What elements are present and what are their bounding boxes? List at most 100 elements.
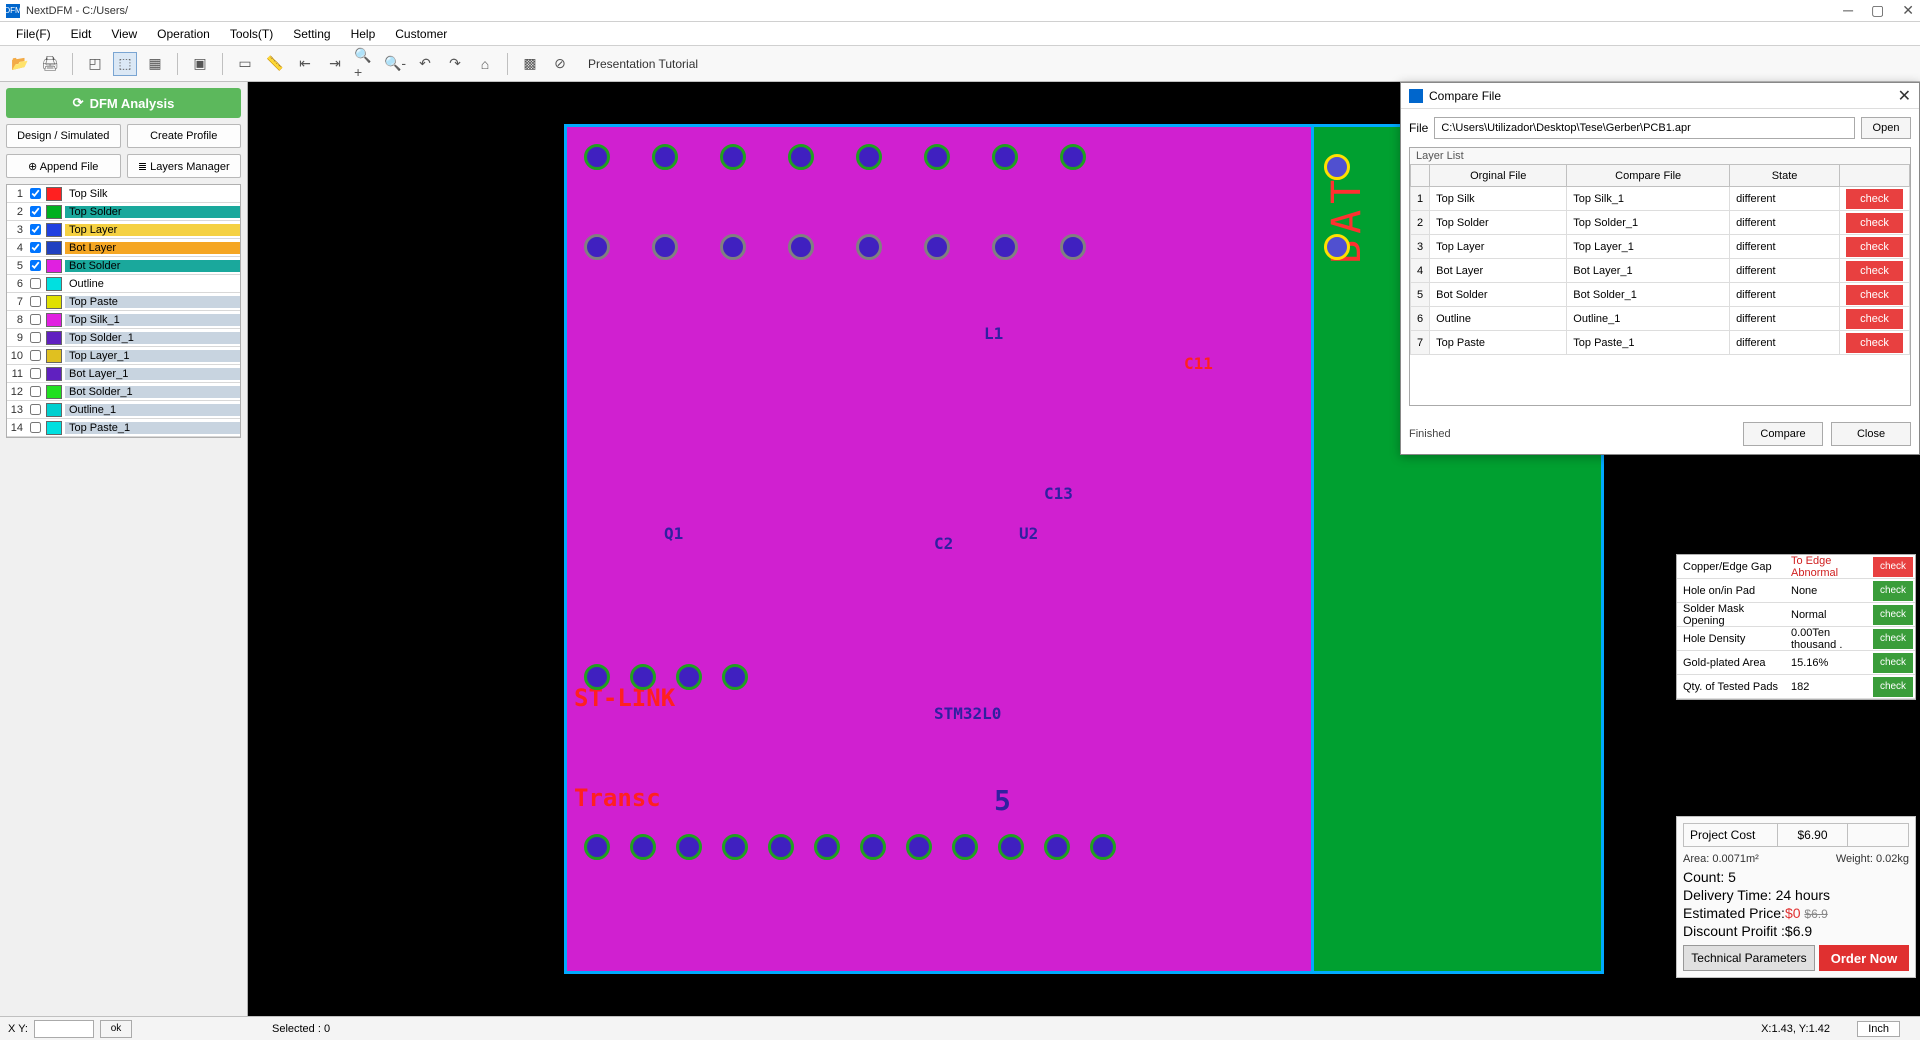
layer-row[interactable]: 4 Bot Layer (7, 239, 240, 257)
noqr-icon[interactable]: ⊘ (548, 52, 572, 76)
analysis-check-button[interactable]: check (1873, 605, 1913, 625)
layer-visible-checkbox[interactable] (30, 368, 41, 379)
append-file-button[interactable]: ⊕ Append File (6, 154, 121, 178)
layer-name[interactable]: Top Silk (65, 188, 240, 200)
analysis-check-button[interactable]: check (1873, 581, 1913, 601)
maximize-button[interactable]: ▢ (1871, 2, 1884, 19)
zoom-in-icon[interactable]: 🔍+ (353, 52, 377, 76)
close-button[interactable]: ✕ (1902, 2, 1914, 19)
zoom-window-icon[interactable]: ▣ (188, 52, 212, 76)
check-button[interactable]: check (1846, 213, 1903, 233)
layer-name[interactable]: Top Silk_1 (65, 314, 240, 326)
layer-row[interactable]: 8 Top Silk_1 (7, 311, 240, 329)
layer-name[interactable]: Bot Solder (65, 260, 240, 272)
layer-color-swatch[interactable] (46, 277, 62, 291)
layer-visible-checkbox[interactable] (30, 404, 41, 415)
layer-name[interactable]: Bot Layer_1 (65, 368, 240, 380)
presentation-tutorial-link[interactable]: Presentation Tutorial (588, 57, 698, 71)
layer-row[interactable]: 13 Outline_1 (7, 401, 240, 419)
layer-visible-checkbox[interactable] (30, 206, 41, 217)
menu-item-help[interactable]: Help (341, 23, 386, 45)
menu-item-setting[interactable]: Setting (283, 23, 340, 45)
home-icon[interactable]: ⌂ (473, 52, 497, 76)
create-profile-button[interactable]: Create Profile (127, 124, 242, 148)
layer-color-swatch[interactable] (46, 313, 62, 327)
minimize-button[interactable]: ─ (1843, 2, 1853, 19)
layer-row[interactable]: 10 Top Layer_1 (7, 347, 240, 365)
layer-row[interactable]: 2 Top Solder (7, 203, 240, 221)
layer-row[interactable]: 7 Top Paste (7, 293, 240, 311)
zoom-out-icon[interactable]: 🔍- (383, 52, 407, 76)
redo-icon[interactable]: ↷ (443, 52, 467, 76)
menu-item-eidt[interactable]: Eidt (61, 23, 102, 45)
layer-name[interactable]: Top Paste (65, 296, 240, 308)
layer-visible-checkbox[interactable] (30, 278, 41, 289)
layer-name[interactable]: Bot Layer (65, 242, 240, 254)
layer-name[interactable]: Top Paste_1 (65, 422, 240, 434)
check-button[interactable]: check (1846, 309, 1903, 329)
qr-icon[interactable]: ▩ (518, 52, 542, 76)
layer-row[interactable]: 14 Top Paste_1 (7, 419, 240, 437)
layer-visible-checkbox[interactable] (30, 332, 41, 343)
layer-name[interactable]: Outline_1 (65, 404, 240, 416)
layer-color-swatch[interactable] (46, 259, 62, 273)
dfm-analysis-button[interactable]: ⟳DFM Analysis (6, 88, 241, 118)
layer-color-swatch[interactable] (46, 241, 62, 255)
layer-color-swatch[interactable] (46, 223, 62, 237)
order-now-button[interactable]: Order Now (1819, 945, 1909, 971)
layer-name[interactable]: Top Solder_1 (65, 332, 240, 344)
select-icon[interactable]: ⬚ (113, 52, 137, 76)
unit-toggle[interactable]: Inch (1857, 1021, 1900, 1037)
layer-name[interactable]: Top Layer_1 (65, 350, 240, 362)
flip-left-icon[interactable]: ⇤ (293, 52, 317, 76)
layer-color-swatch[interactable] (46, 349, 62, 363)
compare-button[interactable]: Compare (1743, 422, 1823, 446)
menu-item-operation[interactable]: Operation (147, 23, 220, 45)
xy-input[interactable] (34, 1020, 94, 1038)
print-icon[interactable]: 🖨 (38, 52, 62, 76)
view-1-icon[interactable]: ◰ (83, 52, 107, 76)
menu-item-toolst[interactable]: Tools(T) (220, 23, 283, 45)
layer-visible-checkbox[interactable] (30, 260, 41, 271)
file-path-input[interactable] (1434, 117, 1855, 139)
layer-row[interactable]: 6 Outline (7, 275, 240, 293)
layer-color-swatch[interactable] (46, 385, 62, 399)
check-button[interactable]: check (1846, 189, 1903, 209)
layer-visible-checkbox[interactable] (30, 188, 41, 199)
technical-parameters-button[interactable]: Technical Parameters (1683, 945, 1815, 971)
layer-name[interactable]: Bot Solder_1 (65, 386, 240, 398)
layer-color-swatch[interactable] (46, 295, 62, 309)
layer-visible-checkbox[interactable] (30, 224, 41, 235)
layer-visible-checkbox[interactable] (30, 350, 41, 361)
menu-item-customer[interactable]: Customer (385, 23, 457, 45)
check-button[interactable]: check (1846, 237, 1903, 257)
design-simulated-button[interactable]: Design / Simulated (6, 124, 121, 148)
layer-row[interactable]: 9 Top Solder_1 (7, 329, 240, 347)
layer-visible-checkbox[interactable] (30, 242, 41, 253)
layer-name[interactable]: Top Solder (65, 206, 240, 218)
compare-close-footer-button[interactable]: Close (1831, 422, 1911, 446)
layer-row[interactable]: 3 Top Layer (7, 221, 240, 239)
menu-item-view[interactable]: View (101, 23, 147, 45)
xy-ok-button[interactable]: ok (100, 1020, 132, 1038)
open-file-button[interactable]: Open (1861, 117, 1911, 139)
layer-color-swatch[interactable] (46, 331, 62, 345)
analysis-check-button[interactable]: check (1873, 653, 1913, 673)
layer-color-swatch[interactable] (46, 421, 62, 435)
layer-row[interactable]: 12 Bot Solder_1 (7, 383, 240, 401)
layers-manager-button[interactable]: ≣ Layers Manager (127, 154, 242, 178)
layer-name[interactable]: Top Layer (65, 224, 240, 236)
layer-row[interactable]: 11 Bot Layer_1 (7, 365, 240, 383)
layer-visible-checkbox[interactable] (30, 314, 41, 325)
check-button[interactable]: check (1846, 285, 1903, 305)
compare-close-button[interactable]: ✕ (1898, 86, 1911, 106)
layer-color-swatch[interactable] (46, 403, 62, 417)
pan-icon[interactable]: ▦ (143, 52, 167, 76)
flip-right-icon[interactable]: ⇥ (323, 52, 347, 76)
layer-name[interactable]: Outline (65, 278, 240, 290)
layer-row[interactable]: 5 Bot Solder (7, 257, 240, 275)
layer-visible-checkbox[interactable] (30, 296, 41, 307)
check-button[interactable]: check (1846, 333, 1903, 353)
layer-row[interactable]: 1 Top Silk (7, 185, 240, 203)
menu-item-filef[interactable]: File(F) (6, 23, 61, 45)
